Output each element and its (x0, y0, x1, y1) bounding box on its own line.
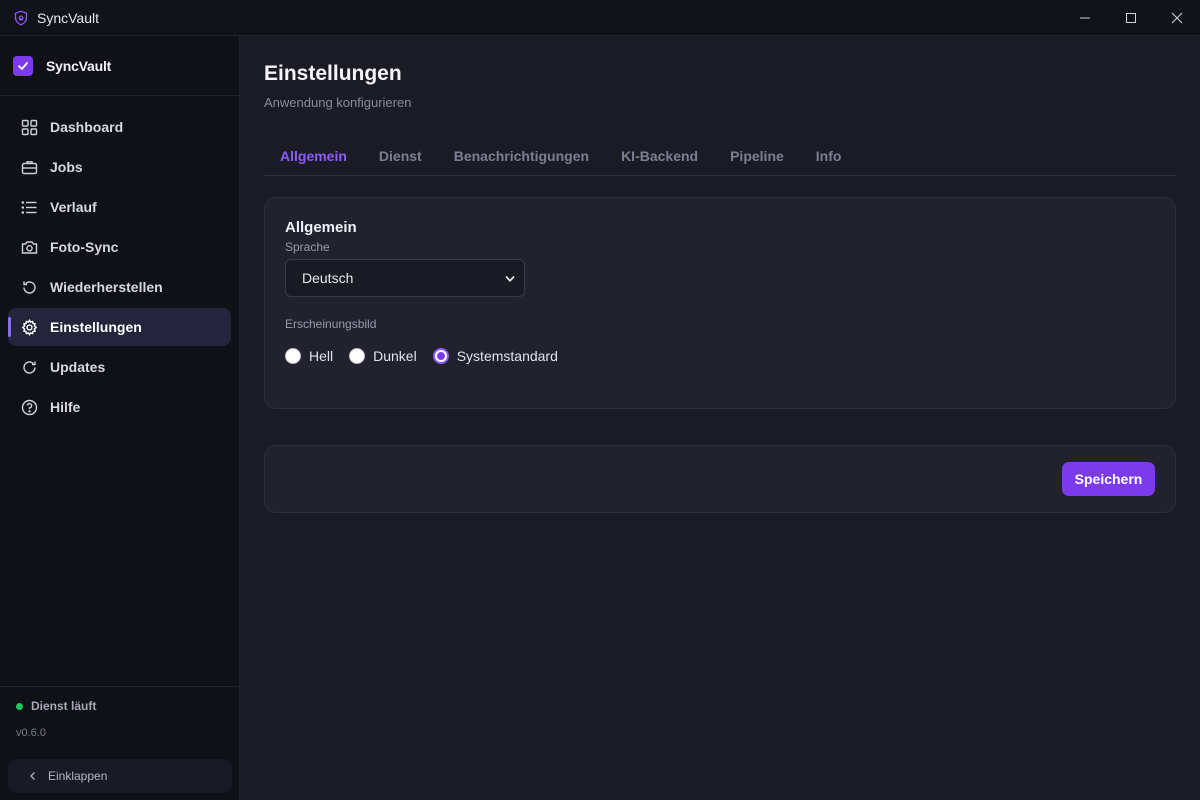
sidebar-item-dashboard[interactable]: Dashboard (8, 108, 231, 146)
sidebar-item-label: Foto-Sync (50, 239, 119, 255)
close-icon (1171, 12, 1183, 24)
chevron-left-icon (28, 771, 38, 781)
minimize-icon (1080, 17, 1090, 19)
camera-icon (20, 238, 38, 256)
gear-icon (20, 318, 38, 336)
radio-selected-dot (436, 352, 445, 360)
sidebar-item-label: Jobs (50, 159, 83, 175)
sidebar-item-label: Verlauf (50, 199, 97, 215)
sidebar-item-einstellungen[interactable]: Einstellungen (8, 308, 231, 346)
close-button[interactable] (1154, 0, 1200, 36)
sidebar-nav: Dashboard Jobs Verlauf Foto-Sync Wiederh… (0, 96, 239, 426)
version-label: v0.6.0 (16, 727, 46, 739)
service-status: Dienst läuft (16, 699, 96, 713)
minimize-button[interactable] (1062, 0, 1108, 36)
radio-button[interactable] (349, 348, 366, 364)
page-subtitle: Anwendung konfigurieren (264, 95, 412, 110)
sidebar-item-label: Wiederherstellen (50, 279, 163, 295)
tab-dienst[interactable]: Dienst (363, 136, 438, 176)
grid-icon (20, 118, 38, 136)
window-controls (1062, 0, 1200, 36)
sidebar-item-wiederherstellen[interactable]: Wiederherstellen (8, 268, 231, 306)
chevron-down-icon (504, 273, 516, 285)
settings-tabs: Allgemein Dienst Benachrichtigungen KI-B… (264, 136, 1176, 176)
refresh-icon (20, 358, 38, 376)
collapse-button[interactable]: Einklappen (8, 759, 232, 793)
language-label: Sprache (285, 240, 330, 254)
maximize-button[interactable] (1108, 0, 1154, 36)
action-bar: Speichern (264, 445, 1176, 513)
help-icon (20, 398, 38, 416)
main-content: Einstellungen Anwendung konfigurieren Al… (240, 36, 1200, 800)
radio-label: Systemstandard (456, 348, 558, 364)
page-title: Einstellungen (264, 62, 402, 85)
sidebar-item-label: Einstellungen (50, 319, 142, 335)
sidebar-item-foto-sync[interactable]: Foto-Sync (8, 228, 231, 266)
radio-systemstandard[interactable]: Systemstandard (432, 348, 558, 364)
list-icon (20, 198, 38, 216)
window-title: SyncVault (37, 9, 99, 26)
appearance-label: Erscheinungsbild (285, 317, 377, 331)
sidebar-item-label: Dashboard (50, 119, 124, 135)
general-settings-card: Allgemein Sprache Deutsch Erscheinungsbi… (264, 197, 1176, 409)
shield-lock-icon (13, 10, 29, 26)
sidebar-item-jobs[interactable]: Jobs (8, 148, 231, 186)
tab-info[interactable]: Info (800, 136, 858, 176)
brand: SyncVault (0, 36, 239, 96)
tab-pipeline[interactable]: Pipeline (714, 136, 800, 176)
collapse-label: Einklappen (48, 769, 108, 783)
radio-label: Hell (309, 348, 334, 364)
appearance-radio-group: Hell Dunkel Systemstandard (285, 348, 574, 364)
sidebar: SyncVault Dashboard Jobs Verlauf Foto-Sy… (0, 36, 240, 800)
brand-name: SyncVault (46, 57, 112, 74)
tab-allgemein[interactable]: Allgemein (264, 136, 363, 176)
status-text: Dienst läuft (31, 699, 97, 713)
sidebar-footer: Dienst läuft v0.6.0 Einklappen (0, 686, 240, 800)
checkbox-logo-icon (13, 55, 33, 76)
radio-button[interactable] (285, 348, 301, 364)
sidebar-item-hilfe[interactable]: Hilfe (8, 388, 231, 426)
save-button[interactable]: Speichern (1062, 462, 1155, 496)
language-value: Deutsch (302, 270, 354, 286)
sidebar-item-label: Hilfe (50, 399, 81, 415)
tab-benachrichtigungen[interactable]: Benachrichtigungen (438, 136, 605, 176)
status-dot (16, 702, 23, 710)
sidebar-item-label: Updates (50, 359, 106, 375)
card-title: Allgemein (285, 219, 357, 236)
tab-ki-backend[interactable]: KI-Backend (605, 136, 714, 176)
radio-button[interactable] (432, 348, 449, 364)
language-select[interactable]: Deutsch (285, 259, 525, 297)
maximize-icon (1126, 13, 1136, 23)
radio-hell[interactable]: Hell (285, 348, 333, 364)
radio-label: Dunkel (373, 348, 417, 364)
briefcase-icon (20, 158, 38, 176)
sidebar-item-updates[interactable]: Updates (8, 348, 231, 386)
restore-icon (20, 278, 38, 296)
sidebar-item-verlauf[interactable]: Verlauf (8, 188, 231, 226)
title-bar: SyncVault (0, 0, 1200, 36)
radio-dunkel[interactable]: Dunkel (349, 348, 417, 364)
